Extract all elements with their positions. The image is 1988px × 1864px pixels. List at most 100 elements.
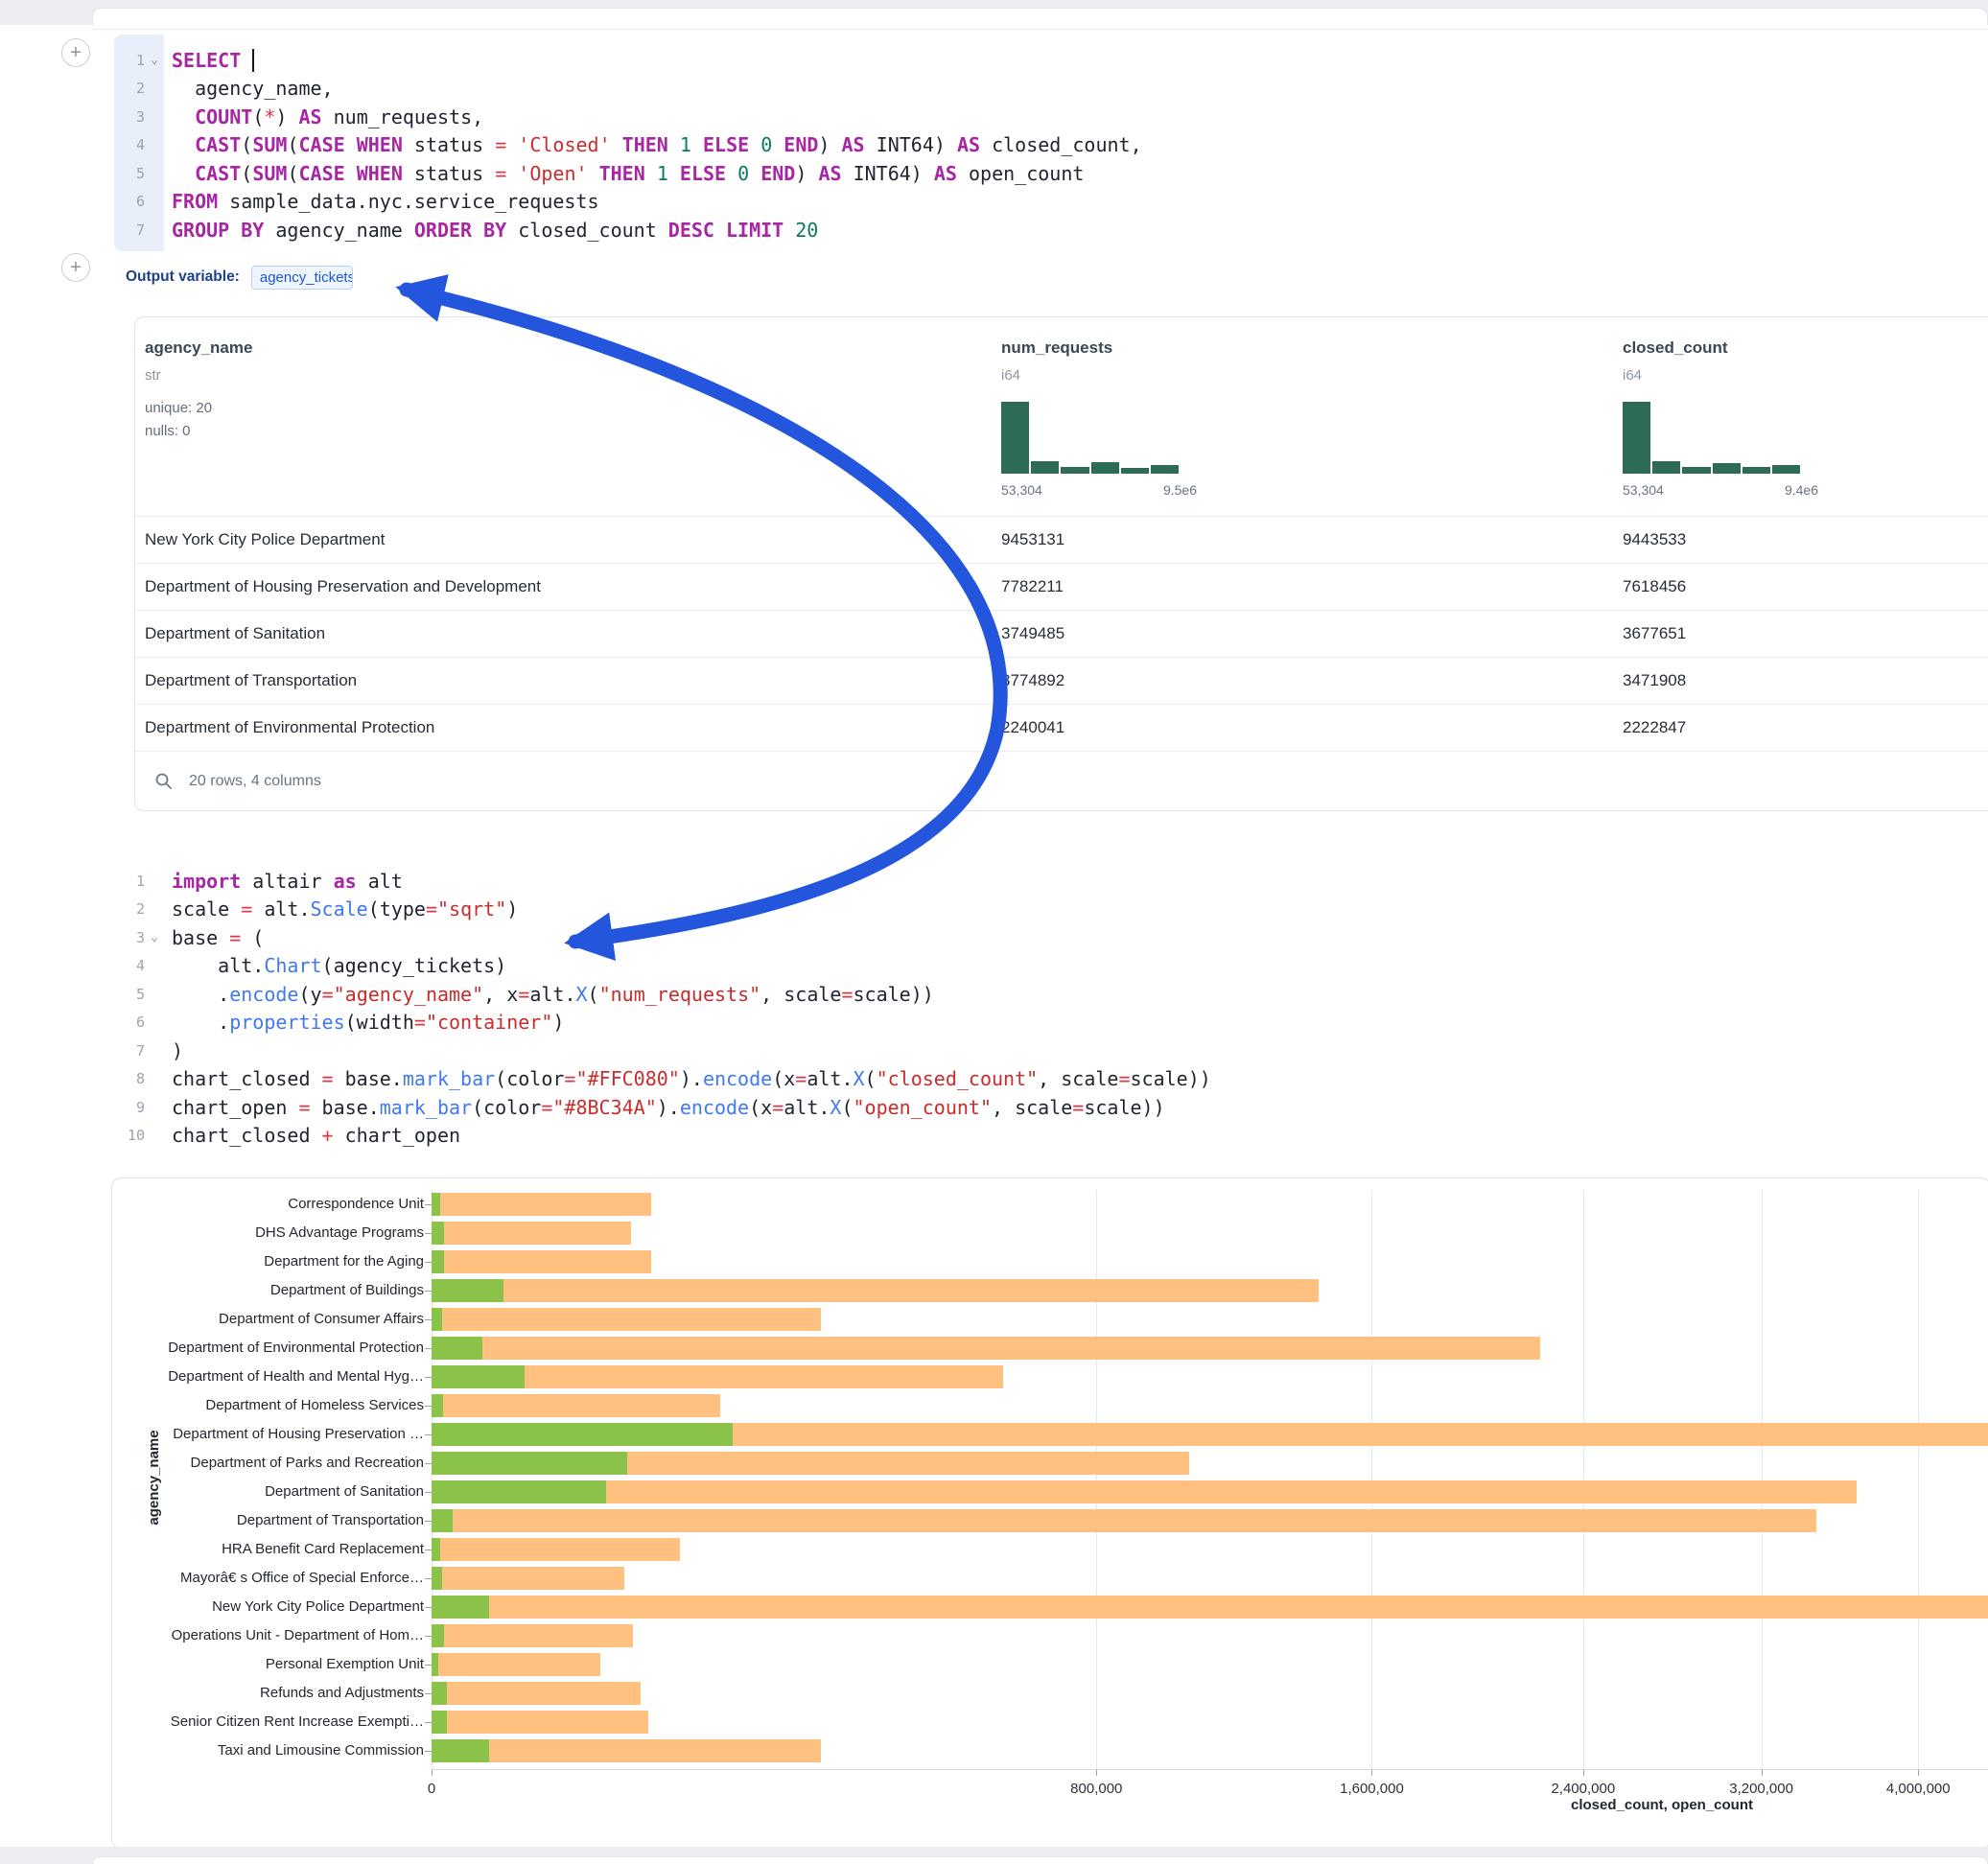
code-tokens: base = (	[164, 926, 264, 949]
code-token: (	[841, 1096, 853, 1119]
code-line[interactable]: 7)	[114, 1037, 1988, 1065]
add-cell-button-output[interactable]: +	[61, 253, 90, 282]
code-line[interactable]: 7GROUP BY agency_name ORDER BY closed_co…	[114, 216, 1988, 245]
code-token: 20	[795, 219, 818, 242]
code-token	[749, 162, 760, 185]
bar-closed-count	[432, 1308, 821, 1331]
bar-open-count	[432, 1653, 438, 1676]
table-cell: Department of Housing Preservation and D…	[145, 577, 541, 596]
code-token: CAST	[195, 133, 241, 156]
table-row[interactable]: Department of Environmental Protection22…	[135, 704, 1988, 751]
code-token: END	[760, 162, 795, 185]
code-token: status	[403, 133, 495, 156]
table-row[interactable]: Department of Transportation377489234719…	[135, 657, 1988, 704]
code-line[interactable]: 1import altair as alt	[114, 867, 1988, 896]
bar-closed-count	[432, 1682, 641, 1705]
bar-open-count	[432, 1193, 440, 1216]
code-token: 1	[657, 162, 668, 185]
code-token: (agency_tickets)	[322, 954, 507, 977]
code-line[interactable]: 5 .encode(y="agency_name", x=alt.X("num_…	[114, 980, 1988, 1009]
code-token: =	[414, 1011, 426, 1034]
sql-cell[interactable]: 1⌄SELECT 2 agency_name,3 COUNT(*) AS num…	[114, 35, 1988, 251]
code-token: "container"	[426, 1011, 552, 1034]
chart-gridline	[1762, 1190, 1763, 1769]
next-cell-edge	[92, 1856, 1988, 1864]
code-line[interactable]: 4 alt.Chart(agency_tickets)	[114, 952, 1988, 981]
column-name: agency_name	[145, 338, 252, 358]
code-line[interactable]: 8chart_closed = base.mark_bar(color="#FF…	[114, 1065, 1988, 1094]
histogram-min-label: 53,304	[1001, 482, 1042, 498]
code-line[interactable]: 6FROM sample_data.nyc.service_requests	[114, 188, 1988, 217]
code-line[interactable]: 3 COUNT(*) AS num_requests,	[114, 103, 1988, 131]
x-axis-tick	[1096, 1769, 1097, 1776]
code-token	[784, 219, 795, 242]
code-token: open_count	[957, 162, 1084, 185]
histogram-bar	[1001, 402, 1029, 474]
table-cell: 7618456	[1623, 577, 1686, 596]
code-token: END	[784, 133, 818, 156]
y-axis-category-label: Department of Consumer Affairs	[117, 1311, 424, 1327]
line-number: 5	[114, 986, 145, 1003]
code-token: CAST	[195, 162, 241, 185]
y-axis-tick	[425, 1233, 432, 1234]
bar-open-count	[432, 1480, 606, 1503]
code-line[interactable]: 5 CAST(SUM(CASE WHEN status = 'Open' THE…	[114, 159, 1988, 188]
code-token: .	[172, 1011, 229, 1034]
python-code-editor[interactable]: 1import altair as alt2scale = alt.Scale(…	[114, 867, 1988, 1150]
x-axis-tick-label: 0	[428, 1781, 435, 1797]
code-token: THEN	[622, 133, 668, 156]
python-cell[interactable]: 1import altair as alt2scale = alt.Scale(…	[114, 865, 1988, 1156]
table-row[interactable]: New York City Police Department945313194…	[135, 516, 1988, 563]
y-axis-category-label: Department of Health and Mental Hyg…	[117, 1368, 424, 1385]
code-tokens: SELECT	[164, 49, 254, 72]
code-token: , scale	[992, 1096, 1072, 1119]
bar-closed-count	[432, 1596, 1988, 1619]
column-meta: nulls: 0	[145, 423, 191, 439]
chart-x-axis-title: closed_count, open_count	[1451, 1797, 1873, 1813]
table-header: agency_namestrunique: 20nulls: 0num_requ…	[135, 317, 1988, 516]
code-tokens: .encode(y="agency_name", x=alt.X("num_re…	[164, 983, 934, 1006]
add-cell-button-top[interactable]: +	[61, 38, 90, 67]
histogram-min-label: 53,304	[1623, 482, 1664, 498]
column-name: num_requests	[1001, 338, 1112, 358]
code-token: (y	[298, 983, 321, 1006]
code-line[interactable]: 2 agency_name,	[114, 75, 1988, 104]
table-row[interactable]: Department of Sanitation37494853677651	[135, 610, 1988, 657]
code-line[interactable]: 1⌄SELECT	[114, 46, 1988, 75]
code-token: as	[334, 870, 357, 893]
collapse-chevron-icon[interactable]: ⌄	[145, 53, 164, 67]
code-token: base.	[334, 1067, 403, 1090]
line-number: 1	[114, 52, 145, 69]
code-line[interactable]: 9chart_open = base.mark_bar(color="#8BC3…	[114, 1093, 1988, 1122]
code-line[interactable]: 3⌄base = (	[114, 923, 1988, 952]
search-icon[interactable]	[154, 772, 174, 791]
column-type: i64	[1623, 367, 1642, 384]
code-token: alt.	[784, 1096, 830, 1119]
code-line[interactable]: 6 .properties(width="container")	[114, 1009, 1988, 1037]
code-token: "sqrt"	[437, 897, 506, 920]
code-token: mark_bar	[403, 1067, 495, 1090]
code-token: agency_name,	[172, 77, 334, 100]
histogram-bar	[1061, 467, 1088, 475]
bar-open-count	[432, 1567, 442, 1590]
code-token: 'Open'	[518, 162, 587, 185]
code-token: ELSE	[703, 133, 749, 156]
collapse-chevron-icon[interactable]: ⌄	[145, 930, 164, 944]
code-line[interactable]: 4 CAST(SUM(CASE WHEN status = 'Closed' T…	[114, 131, 1988, 160]
output-variable-chip[interactable]: agency_tickets	[251, 266, 353, 290]
code-token: alt.	[529, 983, 575, 1006]
line-number: 5	[114, 165, 145, 182]
y-axis-category-label: Department of Transportation	[117, 1512, 424, 1528]
y-axis-tick	[425, 1636, 432, 1637]
y-axis-tick	[425, 1722, 432, 1723]
code-line[interactable]: 10chart_closed + chart_open	[114, 1122, 1988, 1151]
line-number: 2	[114, 900, 145, 918]
code-token: SUM	[252, 133, 287, 156]
sql-code-editor[interactable]: 1⌄SELECT 2 agency_name,3 COUNT(*) AS num…	[114, 46, 1988, 245]
bar-closed-count	[432, 1538, 680, 1561]
code-line[interactable]: 2scale = alt.Scale(type="sqrt")	[114, 896, 1988, 924]
table-row[interactable]: Department of Housing Preservation and D…	[135, 563, 1988, 610]
table-cell: 3471908	[1623, 671, 1686, 690]
text-cursor	[252, 49, 254, 72]
bar-closed-count	[432, 1711, 648, 1734]
